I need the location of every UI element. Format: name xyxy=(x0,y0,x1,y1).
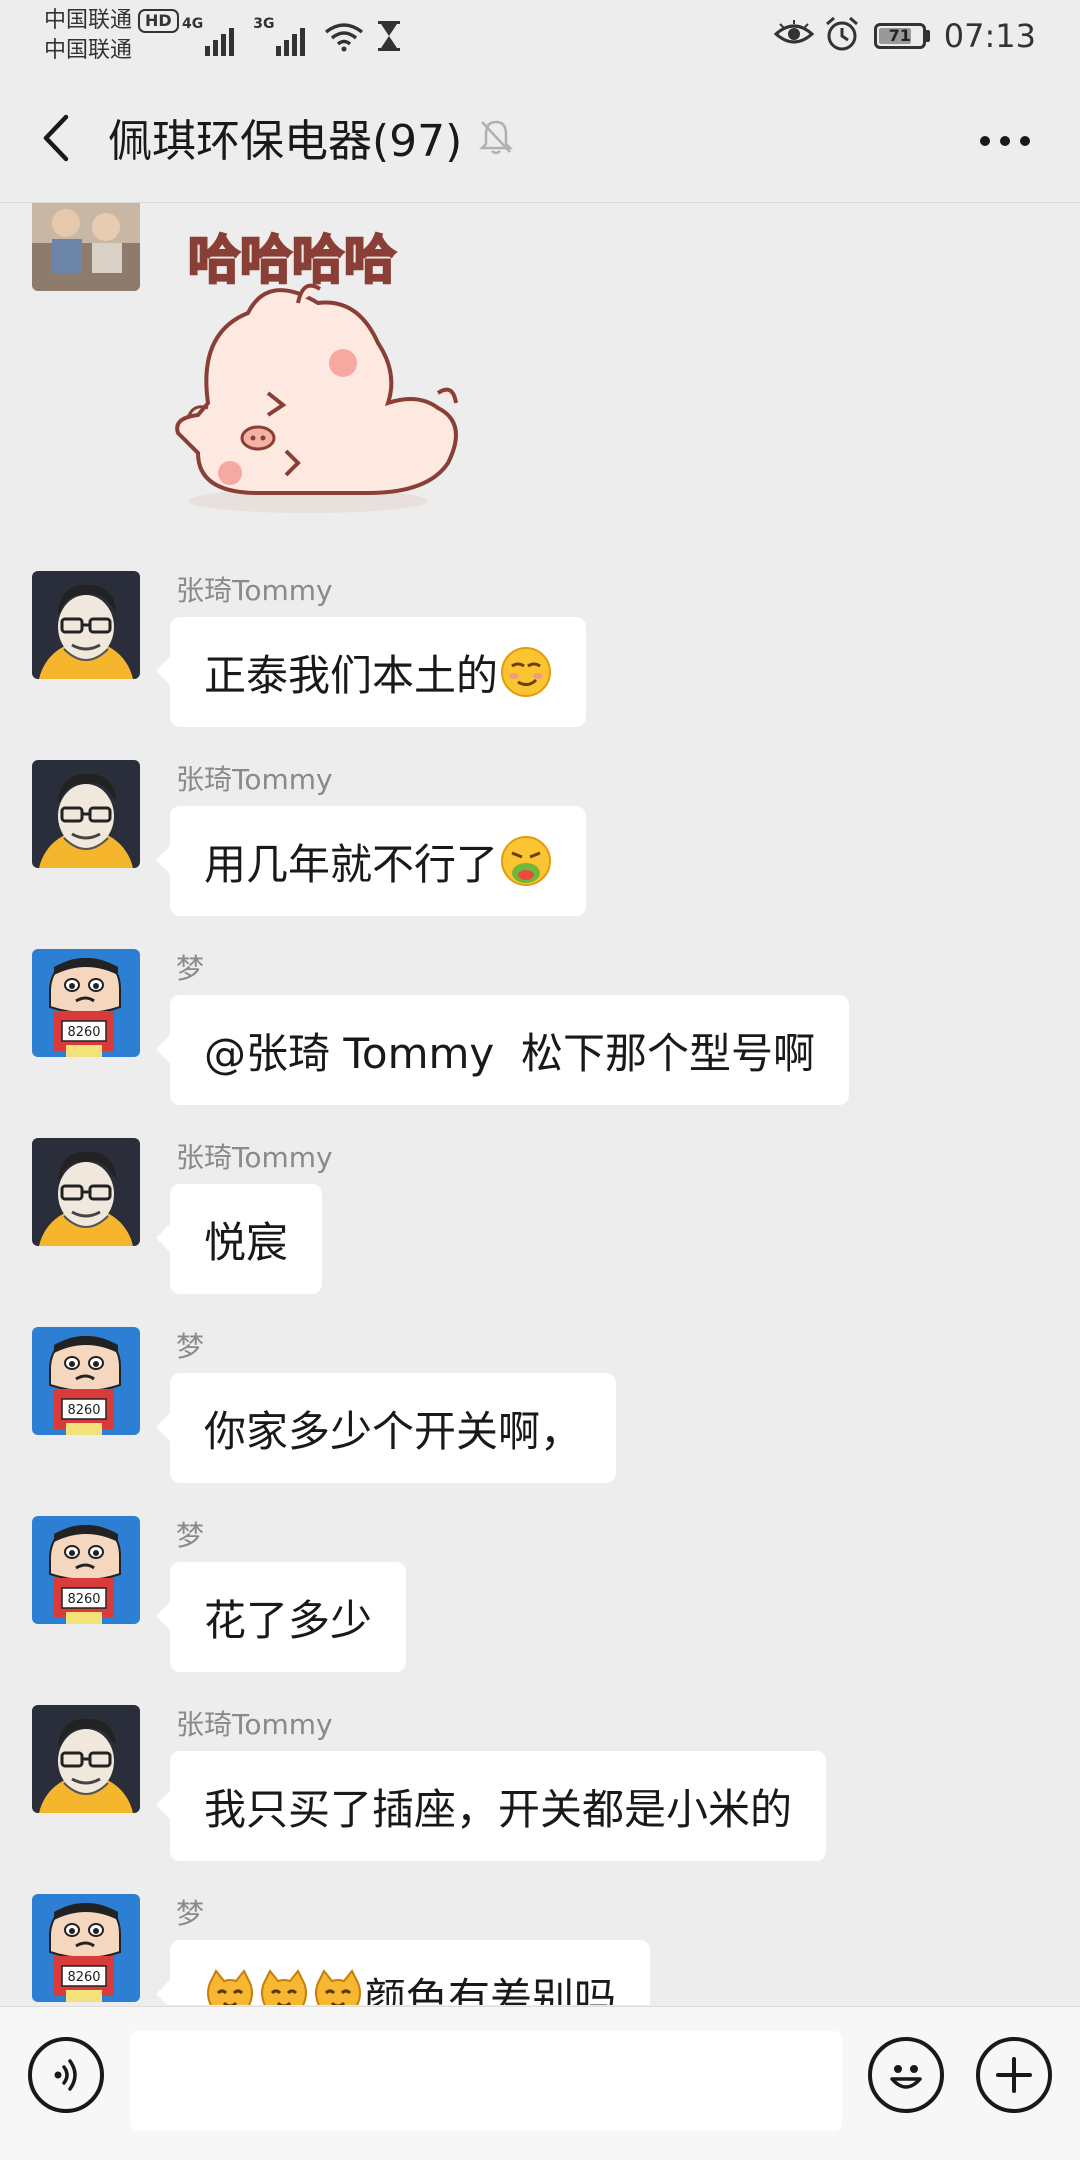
message-bubble[interactable]: 你家多少个开关啊， xyxy=(155,1373,617,1483)
svg-text:8260: 8260 xyxy=(67,1592,100,1607)
avatar-tommy-icon[interactable] xyxy=(32,571,140,679)
message-text: 悦宸 xyxy=(204,1217,289,1267)
title-area: 佩琪环保电器(97) xyxy=(108,104,514,170)
signal-1-icon xyxy=(205,28,237,56)
status-time: 07:13 xyxy=(943,17,1036,55)
message-text: 你家多少个开关啊， xyxy=(204,1406,583,1456)
wifi-icon xyxy=(324,22,364,56)
message-bubble[interactable]: 花了多少 xyxy=(155,1562,407,1672)
avatar-meng-icon[interactable]: 8260 xyxy=(32,1516,140,1624)
more-dots-icon xyxy=(980,136,1030,146)
smirk-emoji-icon xyxy=(500,646,552,698)
net-1-label: 4G xyxy=(182,16,204,32)
sender-name: 梦 xyxy=(176,1897,205,1930)
message-text: @张琦 Tommy 松下那个型号啊 xyxy=(204,1028,815,1078)
message-text: 用几年就不行了 xyxy=(204,839,499,889)
alarm-icon xyxy=(824,16,860,56)
mute-bell-icon xyxy=(478,118,514,156)
message-input[interactable] xyxy=(130,2031,842,2131)
pig-sticker[interactable]: 哈哈哈哈 xyxy=(168,203,508,523)
more-options-button[interactable] xyxy=(970,116,1040,166)
page-title: 佩琪环保电器(97) xyxy=(108,116,463,167)
message-bubble[interactable]: 用几年就不行了 xyxy=(155,806,587,916)
more-functions-button[interactable] xyxy=(976,2037,1052,2113)
net-2-label: 3G xyxy=(253,16,275,32)
cat-emoji-icon xyxy=(204,1969,256,2005)
message-bubble[interactable]: 我只买了插座，开关都是小米的 xyxy=(155,1751,827,1861)
vomit-emoji-icon xyxy=(500,835,552,887)
message-text: 正泰我们本土的 xyxy=(204,650,499,700)
sender-name: 张琦Tommy xyxy=(176,574,333,607)
voice-input-button[interactable] xyxy=(28,2037,104,2113)
sender-name: 梦 xyxy=(176,1519,205,1552)
voice-icon xyxy=(54,2059,77,2091)
message-bubble[interactable]: @张琦 Tommy 松下那个型号啊 xyxy=(156,995,849,1105)
cat-emoji-icon xyxy=(312,1969,364,2005)
chat-screen: 中国联通 HD 中国联通 4G 3G 71 07:13 佩琪环保电器(97) 哈… xyxy=(0,0,1080,2160)
svg-text:8260: 8260 xyxy=(67,1025,100,1040)
eye-icon xyxy=(773,20,815,52)
carrier-2-label: 中国联通 xyxy=(44,38,133,63)
input-bar xyxy=(0,2006,1080,2160)
avatar-tommy-icon[interactable] xyxy=(32,1705,140,1813)
hd-badge: HD xyxy=(138,9,179,33)
battery-icon: 71 xyxy=(873,23,930,49)
cat-emoji-icon xyxy=(258,1969,310,2005)
carrier-1-label: 中国联通 xyxy=(44,8,133,33)
sender-name: 梦 xyxy=(176,1330,205,1363)
network-indicators: 4G 3G xyxy=(182,16,402,56)
avatar-photo-icon[interactable] xyxy=(32,203,140,291)
avatar-tommy-icon[interactable] xyxy=(32,1138,140,1246)
chat-header: 佩琪环保电器(97) xyxy=(0,72,1080,203)
svg-text:8260: 8260 xyxy=(67,1970,100,1985)
status-bar: 中国联通 HD 中国联通 4G 3G 71 07:13 xyxy=(0,0,1080,72)
svg-text:8260: 8260 xyxy=(67,1403,100,1418)
sender-name: 梦 xyxy=(176,952,205,985)
message-list[interactable]: 哈哈哈哈 张琦Tommy 正泰我们本土的 张琦Tommy 用几年就不行了 826… xyxy=(0,203,1080,2005)
message-bubble[interactable]: 悦宸 xyxy=(155,1184,323,1294)
message-text: 我只买了插座，开关都是小米的 xyxy=(204,1784,793,1834)
message-text: 颜色有差别吗 xyxy=(364,1973,617,2006)
sender-name: 张琦Tommy xyxy=(176,1708,333,1741)
plus-icon xyxy=(996,2057,1032,2093)
sticker-caption: 哈哈哈哈 xyxy=(188,231,396,291)
back-button[interactable] xyxy=(30,108,80,168)
sender-name: 张琦Tommy xyxy=(176,763,333,796)
avatar-meng-icon[interactable]: 8260 xyxy=(32,1327,140,1435)
smiley-icon xyxy=(890,2065,922,2089)
emoji-button[interactable] xyxy=(868,2037,944,2113)
avatar-meng-icon[interactable]: 8260 xyxy=(32,1894,140,2002)
carrier-info: 中国联通 HD 中国联通 xyxy=(44,6,179,66)
sender-name: 张琦Tommy xyxy=(176,1141,333,1174)
battery-level: 71 xyxy=(888,26,911,45)
status-right-group: 71 07:13 xyxy=(773,14,1036,58)
message-text: 花了多少 xyxy=(204,1595,373,1645)
avatar-tommy-icon[interactable] xyxy=(32,760,140,868)
chevron-left-icon xyxy=(43,114,69,162)
avatar-meng-icon[interactable]: 8260 xyxy=(32,949,140,1057)
hourglass-icon xyxy=(376,20,402,56)
message-bubble[interactable]: 正泰我们本土的 xyxy=(155,617,587,727)
signal-2-icon xyxy=(276,28,308,56)
message-bubble[interactable]: 颜色有差别吗 xyxy=(155,1940,651,2006)
